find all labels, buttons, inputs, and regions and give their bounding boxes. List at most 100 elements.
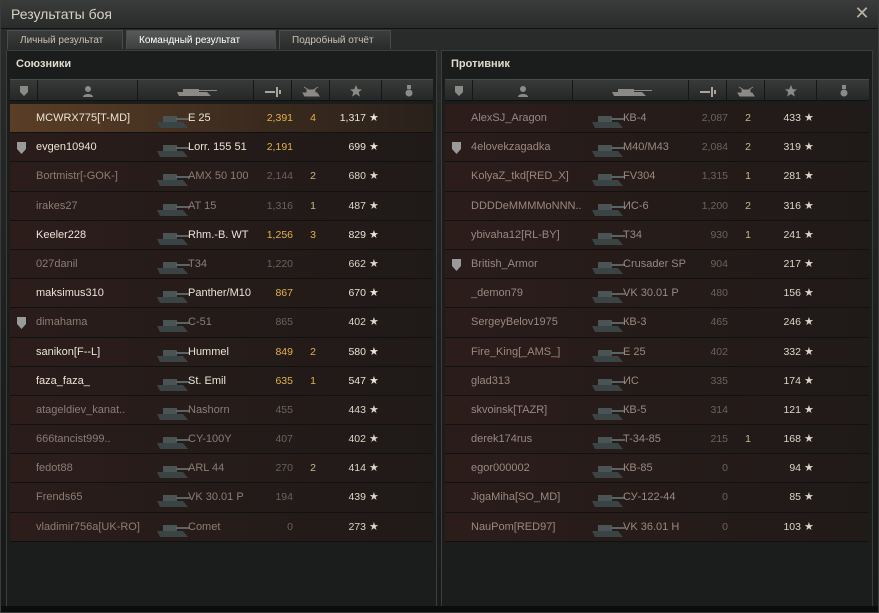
kills-icon[interactable]	[727, 80, 765, 101]
tank-icon	[589, 338, 627, 367]
table-row[interactable]: maksimus310 Panther/M10 867 670 ★	[10, 279, 433, 309]
tank-name: Nashorn	[188, 403, 230, 416]
table-row[interactable]: Frends65 VK 30.01 P 194 439 ★	[10, 483, 433, 513]
player-icon[interactable]	[38, 80, 138, 101]
table-row[interactable]: AlexSJ_Aragon КВ-4 2,087 2 433 ★	[445, 104, 869, 134]
kills-value	[741, 279, 755, 308]
kills-value	[741, 250, 755, 279]
table-row[interactable]: 027danil T34 1,220 662 ★	[10, 249, 433, 280]
clan-badge-icon	[448, 513, 464, 542]
tank-name: Panther/M10	[188, 287, 251, 300]
table-row[interactable]: Bortmistr[-GOK-] AMX 50 100 2,144 2 680 ★	[10, 162, 433, 192]
player-name: AlexSJ_Aragon	[471, 112, 547, 124]
xp-star-icon[interactable]	[330, 80, 382, 101]
xp-value: 156	[783, 287, 801, 300]
xp-value: 699	[348, 141, 366, 154]
table-row[interactable]: dimahama C-51 865 402 ★	[10, 308, 433, 338]
table-row[interactable]: derek174rus T-34-85 215 1 168 ★	[445, 425, 869, 455]
kills-value	[306, 133, 320, 162]
tank-icon[interactable]	[138, 80, 254, 101]
medal-icon[interactable]	[382, 80, 435, 101]
xp-value: 670	[348, 287, 366, 300]
xp-star-icon: ★	[804, 199, 814, 212]
table-row[interactable]: JigaMiha[SO_MD] СУ-122-44 0 85 ★	[445, 483, 869, 513]
xp-value: 217	[783, 257, 801, 270]
tank-icon	[154, 396, 192, 425]
medal-icon[interactable]	[817, 80, 871, 101]
damage-value: 930	[710, 228, 728, 241]
table-row[interactable]: Keeler228 Rhm.-B. WT 1,256 3 829 ★	[10, 220, 433, 250]
xp-value: 281	[783, 170, 801, 183]
damage-value: 0	[722, 520, 728, 533]
title-bar[interactable]: Результаты боя ✕	[1, 1, 878, 29]
xp-value: 414	[348, 462, 366, 475]
tank-name: AMX 50 100	[188, 170, 249, 183]
tab-personal[interactable]: Личный результат	[7, 30, 123, 49]
table-row[interactable]: glad313 ИС 335 174 ★	[445, 366, 869, 396]
column-header	[10, 79, 433, 101]
tank-icon	[154, 513, 192, 542]
table-row[interactable]: evgen10940 Lorr. 155 51 2,191 699 ★	[10, 133, 433, 163]
table-row[interactable]: DDDDeMMMMoNNN.. ИС-6 1,200 2 316 ★	[445, 191, 869, 221]
kills-value	[741, 308, 755, 337]
table-row[interactable]: skvoinsk[TAZR] КВ-5 314 121 ★	[445, 395, 869, 426]
xp-star-icon: ★	[369, 228, 379, 241]
damage-value: 0	[722, 462, 728, 475]
damage-icon[interactable]	[689, 80, 727, 101]
tank-name: СУ-122-44	[623, 491, 676, 504]
table-row[interactable]: fedot88 ARL 44 270 2 414 ★	[10, 454, 433, 484]
player-name: Keeler228	[36, 228, 87, 241]
table-row[interactable]: egor000002 КВ-85 0 94 ★	[445, 454, 869, 484]
xp-value: 680	[348, 170, 366, 183]
table-row[interactable]: _demon79 VK 30.01 P 480 156 ★	[445, 279, 869, 309]
clan-badge-icon	[448, 221, 464, 250]
table-row[interactable]: 666tancist999.. CY-100Y 407 402 ★	[10, 425, 433, 455]
xp-star-icon: ★	[804, 112, 814, 124]
xp-star-icon[interactable]	[765, 80, 817, 101]
table-row[interactable]: faza_faza_ St. Emil 635 1 547 ★	[10, 366, 433, 396]
tank-icon	[589, 162, 627, 191]
tab-team[interactable]: Командный результат	[126, 30, 276, 49]
xp-value: 168	[783, 433, 801, 446]
window-title: Результаты боя	[11, 6, 113, 22]
clan-badge-icon	[448, 192, 464, 221]
xp-value: 433	[783, 112, 801, 124]
player-icon[interactable]	[473, 80, 573, 101]
tank-icon	[154, 221, 192, 250]
table-row[interactable]: irakes27 AT 15 1,316 1 487 ★	[10, 191, 433, 221]
tank-name: VK 30.01 P	[188, 491, 244, 504]
player-name: fedot88	[36, 462, 73, 475]
clan-badge-icon[interactable]	[445, 80, 473, 101]
xp-value: 332	[783, 345, 801, 358]
table-row[interactable]: MCWRX775[T-MD] E 25 2,391 4 1,317 ★	[10, 104, 433, 134]
table-row[interactable]: British_Armor Crusader SP 904 217 ★	[445, 249, 869, 280]
xp-value: 121	[783, 403, 801, 416]
tab-detailed[interactable]: Подробный отчёт	[279, 30, 391, 49]
player-name: British_Armor	[471, 257, 538, 270]
kills-icon[interactable]	[292, 80, 330, 101]
tank-name: Crusader SP	[623, 257, 686, 270]
player-name: evgen10940	[36, 141, 97, 154]
table-row[interactable]: KolyaZ_tkd[RED_X] FV304 1,315 1 281 ★	[445, 162, 869, 192]
player-name: Frends65	[36, 491, 83, 504]
clan-badge-icon	[13, 338, 29, 367]
table-row[interactable]: SergeyBelov1975 КВ-3 465 246 ★	[445, 308, 869, 338]
clan-badge-icon	[13, 221, 29, 250]
xp-value: 580	[348, 345, 366, 358]
tank-icon	[589, 104, 627, 133]
table-row[interactable]: NauPom[RED97] VK 36.01 H 0 103 ★	[445, 512, 869, 542]
player-name: vladimir756a[UK-RO]	[36, 520, 140, 533]
table-row[interactable]: atageldiev_kanat.. Nashorn 455 443 ★	[10, 395, 433, 426]
xp-value: 85	[789, 491, 801, 504]
tank-icon[interactable]	[573, 80, 689, 101]
table-row[interactable]: ybivaha12[RL-BY] T34 930 1 241 ★	[445, 220, 869, 250]
table-row[interactable]: 4elovekzagadka M40/M43 2,084 2 319 ★	[445, 133, 869, 163]
clan-badge-icon	[13, 104, 29, 133]
table-row[interactable]: Fire_King[_AMS_] E 25 402 332 ★	[445, 337, 869, 367]
table-row[interactable]: sanikon[F--L] Hummel 849 2 580 ★	[10, 337, 433, 367]
damage-icon[interactable]	[254, 80, 292, 101]
close-icon[interactable]: ✕	[852, 3, 872, 23]
table-row[interactable]: vladimir756a[UK-RO] Comet 0 273 ★	[10, 512, 433, 542]
clan-badge-icon[interactable]	[10, 80, 38, 101]
player-name: faza_faza_	[36, 374, 90, 387]
